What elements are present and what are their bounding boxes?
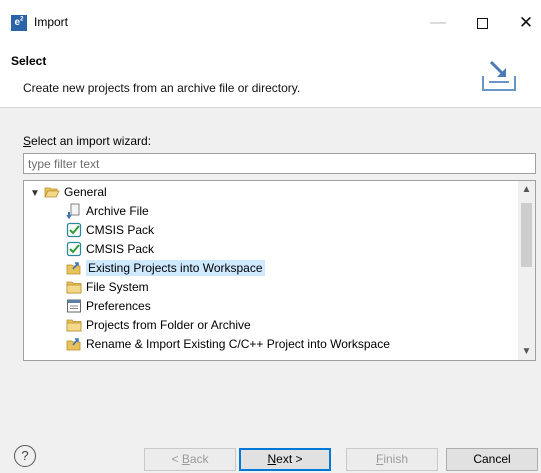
tree-item-label: Preferences [86, 299, 151, 313]
tree-item-label: Rename & Import Existing C/C++ Project i… [86, 337, 390, 351]
page-description: Create new projects from an archive file… [23, 81, 301, 95]
import-wizard-icon [476, 57, 522, 95]
back-button-prefix: < [171, 452, 182, 466]
next-button-accel: N [267, 452, 277, 466]
tree-item-existing-projects[interactable]: Existing Projects into Workspace [66, 259, 265, 277]
finish-button[interactable]: Finish [346, 448, 438, 471]
import-project-icon [66, 262, 81, 275]
folder-icon [66, 281, 82, 294]
cancel-button[interactable]: Cancel [446, 448, 538, 471]
tree-item-general[interactable]: ▼ General [30, 183, 107, 201]
e2-studio-app-icon: e2 [11, 15, 27, 31]
scroll-thumb[interactable] [521, 203, 532, 267]
scroll-down-icon[interactable]: ▼ [518, 343, 535, 360]
open-folder-icon [44, 187, 60, 198]
back-button[interactable]: < Back [144, 448, 236, 471]
window-title: Import [34, 15, 69, 29]
back-button-label: ack [189, 452, 209, 466]
next-button-label: ext > [276, 452, 303, 466]
next-button[interactable]: Next > [239, 448, 331, 471]
tree-item-preferences[interactable]: Preferences [66, 297, 151, 315]
tree-item-projects-from-folder[interactable]: Projects from Folder or Archive [66, 316, 251, 334]
tree-item-label: Archive File [86, 204, 149, 218]
filter-input[interactable] [23, 153, 536, 174]
folder-icon [66, 319, 82, 332]
minimize-button[interactable]: — [416, 10, 460, 36]
cmsis-pack-icon [66, 222, 82, 237]
tree-item-label: CMSIS Pack [86, 242, 155, 256]
tree-item-label: File System [86, 280, 149, 294]
minimize-icon: — [430, 14, 446, 31]
tree-item-cmsis-pack-2[interactable]: CMSIS Pack [66, 240, 154, 258]
wizard-banner: Select Create new projects from an archi… [0, 46, 541, 108]
page-title: Select [11, 54, 47, 68]
tree-item-archive-file[interactable]: Archive File [66, 202, 149, 220]
help-button[interactable]: ? [14, 445, 36, 467]
import-project-icon [66, 338, 81, 351]
preferences-icon [67, 299, 81, 313]
import-wizard-label-accel: S [23, 134, 32, 148]
finish-button-label: inish [383, 452, 409, 466]
tree-item-label: Existing Projects into Workspace [86, 260, 265, 276]
maximize-button[interactable] [460, 10, 504, 36]
maximize-icon [476, 18, 488, 30]
app-icon-superscript: 2 [20, 16, 24, 23]
close-icon: ✕ [518, 13, 534, 32]
cmsis-pack-icon [66, 241, 82, 256]
title-bar: e2 Import — ✕ [0, 0, 541, 46]
chevron-down-icon[interactable]: ▼ [30, 185, 42, 203]
tree-item-rename-import[interactable]: Rename & Import Existing C/C++ Project i… [66, 335, 390, 353]
import-wizard-label: Select an import wizard: [23, 134, 151, 148]
tree-item-label: Projects from Folder or Archive [86, 318, 251, 332]
tree-item-cmsis-pack[interactable]: CMSIS Pack [66, 221, 154, 239]
wizard-tree[interactable]: ▼ General Archive File CMSIS Pack CMSIS P… [23, 180, 536, 361]
tree-item-label: CMSIS Pack [86, 223, 155, 237]
tree-scrollbar[interactable]: ▲ ▼ [518, 181, 535, 360]
tree-item-label: General [64, 185, 107, 199]
archive-file-icon [66, 203, 80, 219]
scroll-up-icon[interactable]: ▲ [518, 181, 535, 198]
help-icon: ? [21, 448, 29, 463]
cancel-button-label: Cancel [473, 452, 511, 466]
close-button[interactable]: ✕ [504, 10, 541, 36]
import-wizard-label-text: elect an import wizard: [31, 134, 152, 148]
tree-item-file-system[interactable]: File System [66, 278, 149, 296]
back-button-accel: B [181, 452, 190, 466]
